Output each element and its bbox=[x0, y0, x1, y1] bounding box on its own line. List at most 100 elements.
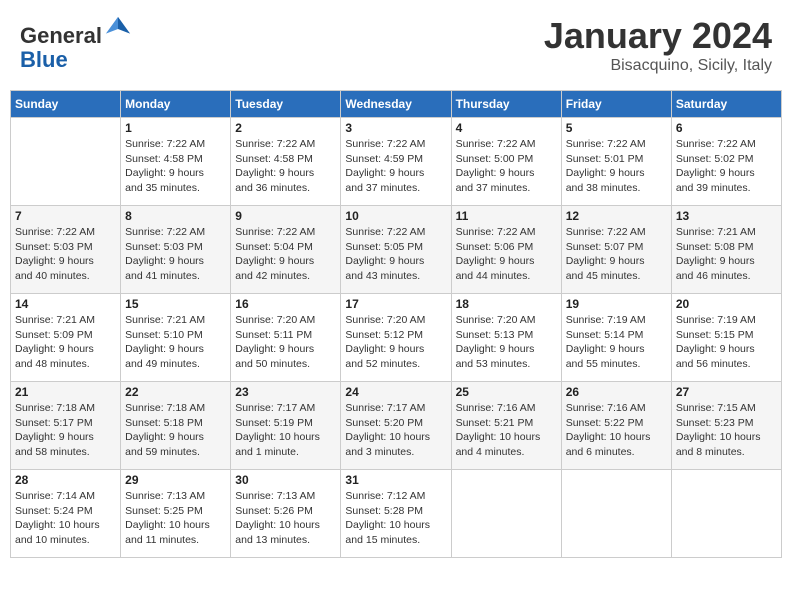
calendar-day-header: Wednesday bbox=[341, 91, 451, 118]
day-number: 14 bbox=[15, 297, 116, 311]
day-number: 20 bbox=[676, 297, 777, 311]
calendar-week-row: 7 Sunrise: 7:22 AMSunset: 5:03 PMDaylight… bbox=[11, 206, 782, 294]
day-info: Sunrise: 7:22 AMSunset: 5:02 PMDaylight:… bbox=[676, 137, 777, 196]
location-title: Bisacquino, Sicily, Italy bbox=[544, 57, 772, 75]
day-number: 4 bbox=[456, 121, 557, 135]
calendar-cell: 21 Sunrise: 7:18 AMSunset: 5:17 PMDayligh… bbox=[11, 382, 121, 470]
logo-icon bbox=[104, 15, 132, 43]
day-info: Sunrise: 7:15 AMSunset: 5:23 PMDaylight:… bbox=[676, 401, 777, 460]
month-title: January 2024 bbox=[544, 15, 772, 57]
day-info: Sunrise: 7:22 AMSunset: 5:00 PMDaylight:… bbox=[456, 137, 557, 196]
logo: General Blue bbox=[20, 15, 132, 72]
day-info: Sunrise: 7:13 AMSunset: 5:26 PMDaylight:… bbox=[235, 489, 336, 548]
calendar-cell: 11 Sunrise: 7:22 AMSunset: 5:06 PMDayligh… bbox=[451, 206, 561, 294]
calendar-cell: 2 Sunrise: 7:22 AMSunset: 4:58 PMDaylight… bbox=[231, 118, 341, 206]
logo-blue-text: Blue bbox=[20, 47, 68, 72]
day-info: Sunrise: 7:22 AMSunset: 4:59 PMDaylight:… bbox=[345, 137, 446, 196]
day-number: 17 bbox=[345, 297, 446, 311]
calendar-cell: 6Sunrise: 7:22 AMSunset: 5:02 PMDaylight… bbox=[671, 118, 781, 206]
calendar-cell: 17 Sunrise: 7:20 AMSunset: 5:12 PMDayligh… bbox=[341, 294, 451, 382]
calendar-day-header: Sunday bbox=[11, 91, 121, 118]
day-info: Sunrise: 7:17 AMSunset: 5:19 PMDaylight:… bbox=[235, 401, 336, 460]
calendar-cell: 29 Sunrise: 7:13 AMSunset: 5:25 PMDayligh… bbox=[121, 470, 231, 558]
calendar-day-header: Saturday bbox=[671, 91, 781, 118]
day-number: 2 bbox=[235, 121, 336, 135]
day-number: 24 bbox=[345, 385, 446, 399]
calendar-week-row: 28 Sunrise: 7:14 AMSunset: 5:24 PMDayligh… bbox=[11, 470, 782, 558]
day-info: Sunrise: 7:22 AMSunset: 5:03 PMDaylight:… bbox=[15, 225, 116, 284]
calendar-week-row: 1 Sunrise: 7:22 AMSunset: 4:58 PMDaylight… bbox=[11, 118, 782, 206]
calendar-cell bbox=[451, 470, 561, 558]
day-number: 29 bbox=[125, 473, 226, 487]
calendar-cell: 13Sunrise: 7:21 AMSunset: 5:08 PMDayligh… bbox=[671, 206, 781, 294]
calendar-cell bbox=[11, 118, 121, 206]
calendar-cell: 1 Sunrise: 7:22 AMSunset: 4:58 PMDaylight… bbox=[121, 118, 231, 206]
day-info: Sunrise: 7:14 AMSunset: 5:24 PMDaylight:… bbox=[15, 489, 116, 548]
day-info: Sunrise: 7:13 AMSunset: 5:25 PMDaylight:… bbox=[125, 489, 226, 548]
day-info: Sunrise: 7:16 AMSunset: 5:22 PMDaylight:… bbox=[566, 401, 667, 460]
calendar-cell: 26 Sunrise: 7:16 AMSunset: 5:22 PMDayligh… bbox=[561, 382, 671, 470]
calendar-day-header: Tuesday bbox=[231, 91, 341, 118]
day-info: Sunrise: 7:22 AMSunset: 4:58 PMDaylight:… bbox=[235, 137, 336, 196]
calendar-day-header: Monday bbox=[121, 91, 231, 118]
day-info: Sunrise: 7:18 AMSunset: 5:18 PMDaylight:… bbox=[125, 401, 226, 460]
day-number: 30 bbox=[235, 473, 336, 487]
day-info: Sunrise: 7:22 AMSunset: 4:58 PMDaylight:… bbox=[125, 137, 226, 196]
day-number: 21 bbox=[15, 385, 116, 399]
day-info: Sunrise: 7:20 AMSunset: 5:11 PMDaylight:… bbox=[235, 313, 336, 372]
day-info: Sunrise: 7:19 AMSunset: 5:14 PMDaylight:… bbox=[566, 313, 667, 372]
calendar-cell: 22 Sunrise: 7:18 AMSunset: 5:18 PMDayligh… bbox=[121, 382, 231, 470]
day-number: 19 bbox=[566, 297, 667, 311]
day-number: 8 bbox=[125, 209, 226, 223]
calendar-cell: 15Sunrise: 7:21 AMSunset: 5:10 PMDayligh… bbox=[121, 294, 231, 382]
calendar-cell: 3Sunrise: 7:22 AMSunset: 4:59 PMDaylight… bbox=[341, 118, 451, 206]
calendar-table: SundayMondayTuesdayWednesdayThursdayFrid… bbox=[10, 90, 782, 558]
day-info: Sunrise: 7:22 AMSunset: 5:03 PMDaylight:… bbox=[125, 225, 226, 284]
calendar-cell: 25Sunrise: 7:16 AMSunset: 5:21 PMDayligh… bbox=[451, 382, 561, 470]
day-number: 16 bbox=[235, 297, 336, 311]
calendar-cell: 7 Sunrise: 7:22 AMSunset: 5:03 PMDaylight… bbox=[11, 206, 121, 294]
day-number: 18 bbox=[456, 297, 557, 311]
day-info: Sunrise: 7:21 AMSunset: 5:09 PMDaylight:… bbox=[15, 313, 116, 372]
calendar-day-header: Thursday bbox=[451, 91, 561, 118]
calendar-cell: 16 Sunrise: 7:20 AMSunset: 5:11 PMDayligh… bbox=[231, 294, 341, 382]
day-number: 1 bbox=[125, 121, 226, 135]
page-header: General Blue January 2024 Bisacquino, Si… bbox=[10, 10, 782, 80]
calendar-cell: 18 Sunrise: 7:20 AMSunset: 5:13 PMDayligh… bbox=[451, 294, 561, 382]
day-number: 28 bbox=[15, 473, 116, 487]
day-number: 25 bbox=[456, 385, 557, 399]
day-number: 31 bbox=[345, 473, 446, 487]
day-number: 7 bbox=[15, 209, 116, 223]
calendar-header-row: SundayMondayTuesdayWednesdayThursdayFrid… bbox=[11, 91, 782, 118]
calendar-day-header: Friday bbox=[561, 91, 671, 118]
day-number: 22 bbox=[125, 385, 226, 399]
day-info: Sunrise: 7:22 AMSunset: 5:05 PMDaylight:… bbox=[345, 225, 446, 284]
calendar-cell: 30 Sunrise: 7:13 AMSunset: 5:26 PMDayligh… bbox=[231, 470, 341, 558]
calendar-week-row: 21 Sunrise: 7:18 AMSunset: 5:17 PMDayligh… bbox=[11, 382, 782, 470]
day-info: Sunrise: 7:20 AMSunset: 5:13 PMDaylight:… bbox=[456, 313, 557, 372]
day-number: 15 bbox=[125, 297, 226, 311]
day-number: 12 bbox=[566, 209, 667, 223]
calendar-cell: 10Sunrise: 7:22 AMSunset: 5:05 PMDayligh… bbox=[341, 206, 451, 294]
calendar-cell: 28 Sunrise: 7:14 AMSunset: 5:24 PMDayligh… bbox=[11, 470, 121, 558]
day-number: 26 bbox=[566, 385, 667, 399]
calendar-cell: 8 Sunrise: 7:22 AMSunset: 5:03 PMDaylight… bbox=[121, 206, 231, 294]
calendar-cell: 12Sunrise: 7:22 AMSunset: 5:07 PMDayligh… bbox=[561, 206, 671, 294]
day-info: Sunrise: 7:22 AMSunset: 5:06 PMDaylight:… bbox=[456, 225, 557, 284]
day-number: 13 bbox=[676, 209, 777, 223]
calendar-cell: 9Sunrise: 7:22 AMSunset: 5:04 PMDaylight… bbox=[231, 206, 341, 294]
calendar-week-row: 14 Sunrise: 7:21 AMSunset: 5:09 PMDayligh… bbox=[11, 294, 782, 382]
calendar-cell bbox=[671, 470, 781, 558]
calendar-cell: 27Sunrise: 7:15 AMSunset: 5:23 PMDayligh… bbox=[671, 382, 781, 470]
day-info: Sunrise: 7:20 AMSunset: 5:12 PMDaylight:… bbox=[345, 313, 446, 372]
calendar-cell: 23 Sunrise: 7:17 AMSunset: 5:19 PMDayligh… bbox=[231, 382, 341, 470]
day-info: Sunrise: 7:17 AMSunset: 5:20 PMDaylight:… bbox=[345, 401, 446, 460]
calendar-cell bbox=[561, 470, 671, 558]
calendar-cell: 19 Sunrise: 7:19 AMSunset: 5:14 PMDayligh… bbox=[561, 294, 671, 382]
day-info: Sunrise: 7:18 AMSunset: 5:17 PMDaylight:… bbox=[15, 401, 116, 460]
calendar-cell: 4 Sunrise: 7:22 AMSunset: 5:00 PMDaylight… bbox=[451, 118, 561, 206]
day-info: Sunrise: 7:12 AMSunset: 5:28 PMDaylight:… bbox=[345, 489, 446, 548]
day-number: 11 bbox=[456, 209, 557, 223]
calendar-cell: 5Sunrise: 7:22 AMSunset: 5:01 PMDaylight… bbox=[561, 118, 671, 206]
day-number: 23 bbox=[235, 385, 336, 399]
